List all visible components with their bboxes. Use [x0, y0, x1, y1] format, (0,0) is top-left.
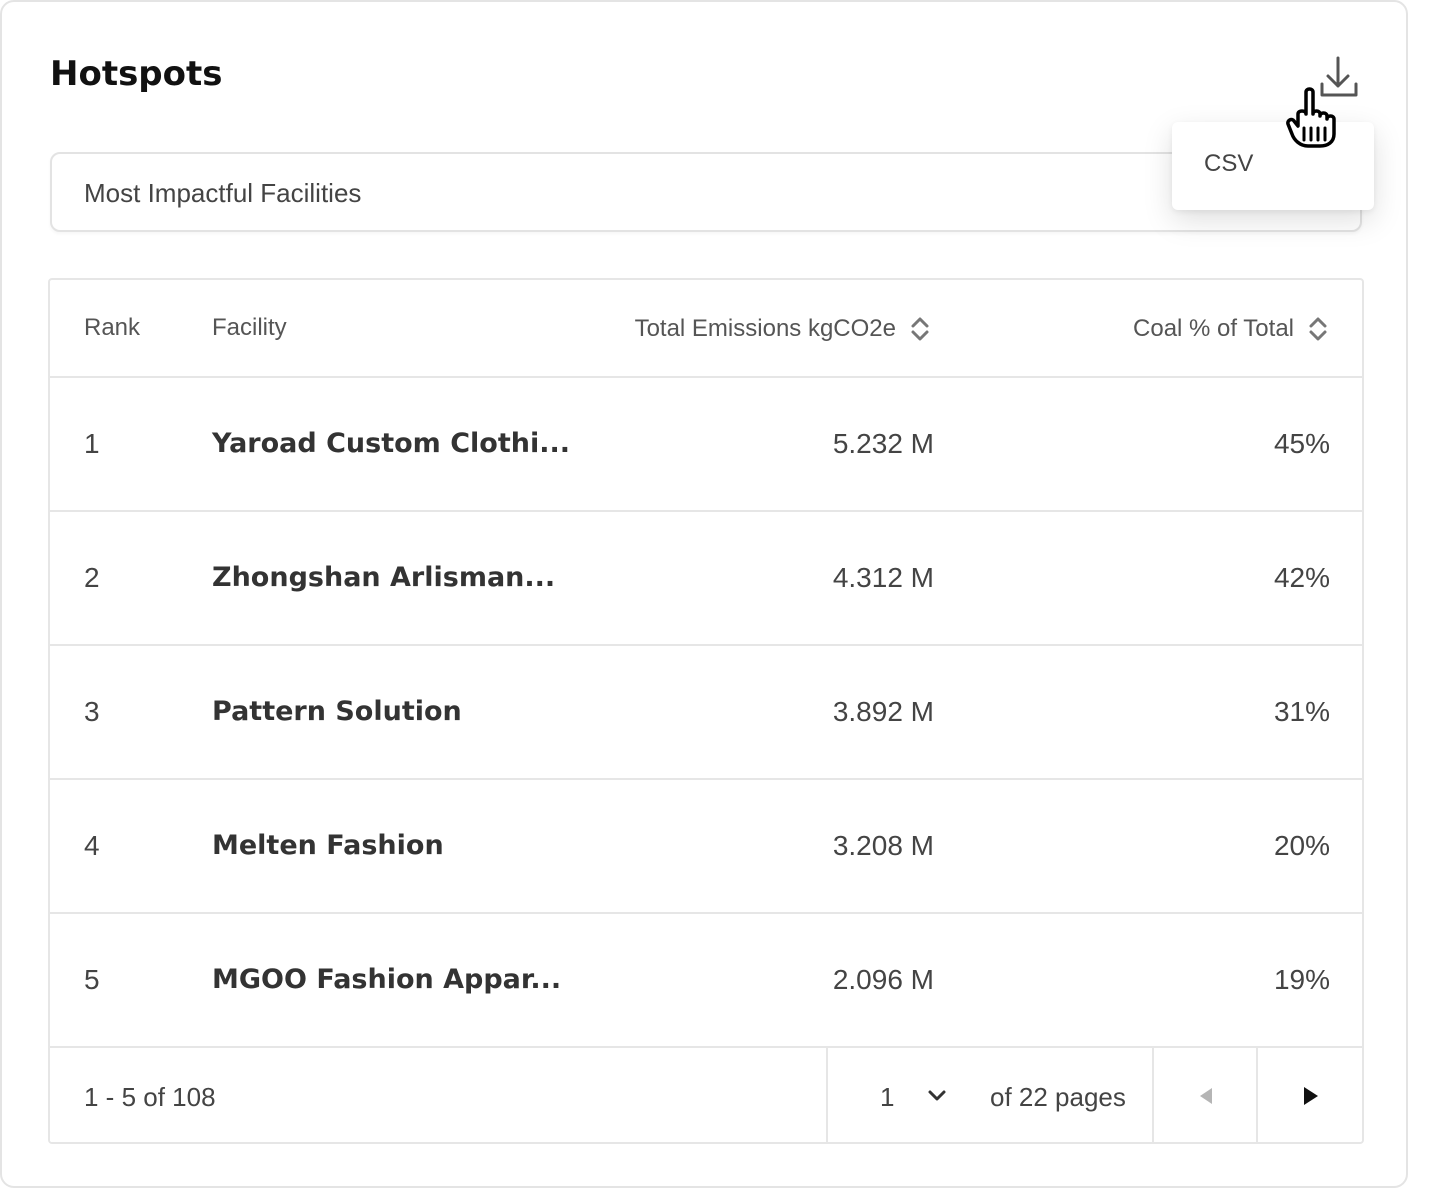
download-icon: [1320, 56, 1358, 97]
table-pagination: 1 - 5 of 108 1 of 22 pages: [50, 1046, 1362, 1142]
hotspot-type-select[interactable]: Most Impactful Facilities: [50, 152, 1362, 232]
table-row[interactable]: 3 Pattern Solution 3.892 M 31%: [50, 646, 1362, 780]
download-csv-option[interactable]: CSV: [1204, 150, 1253, 178]
current-page[interactable]: 1: [880, 1082, 894, 1113]
coal-cell: 31%: [1273, 696, 1330, 727]
hotspots-table: Rank Facility Total Emissions kgCO2e Coa…: [48, 278, 1364, 1144]
column-header-rank: Rank: [84, 314, 141, 341]
hotspot-type-value: Most Impactful Facilities: [84, 178, 362, 208]
rank-cell: 5: [84, 964, 100, 995]
coal-cell: 45%: [1273, 428, 1330, 459]
column-header-emissions[interactable]: Total Emissions kgCO2e: [635, 314, 932, 344]
emissions-cell: 4.312 M: [832, 562, 934, 593]
card-title: Hotspots: [50, 54, 223, 94]
facility-cell[interactable]: Pattern Solution: [212, 696, 462, 727]
coal-cell: 20%: [1273, 830, 1330, 861]
table-header: Rank Facility Total Emissions kgCO2e Coa…: [50, 280, 1362, 378]
sort-icon[interactable]: [1306, 314, 1330, 344]
column-header-coal-label: Coal % of Total: [1133, 315, 1294, 342]
facility-cell[interactable]: MGOO Fashion Appar...: [212, 964, 561, 995]
next-page-icon: [1304, 1087, 1318, 1105]
emissions-cell: 3.892 M: [832, 696, 934, 727]
coal-cell: 19%: [1273, 964, 1330, 995]
prev-page-button[interactable]: [1154, 1048, 1258, 1142]
rank-cell: 1: [84, 428, 100, 459]
download-menu: CSV: [1172, 122, 1374, 210]
pagination-range: 1 - 5 of 108: [84, 1082, 216, 1112]
next-page-button[interactable]: [1258, 1048, 1362, 1142]
table-row[interactable]: 1 Yaroad Custom Clothi... 5.232 M 45%: [50, 378, 1362, 512]
total-pages: of 22 pages: [990, 1082, 1126, 1112]
emissions-cell: 5.232 M: [832, 428, 934, 459]
column-header-emissions-label: Total Emissions kgCO2e: [634, 315, 896, 342]
emissions-cell: 3.208 M: [832, 830, 934, 861]
rank-cell: 4: [84, 830, 100, 861]
emissions-cell: 2.096 M: [832, 964, 934, 995]
column-header-facility: Facility: [212, 314, 287, 341]
chevron-down-icon[interactable]: [926, 1084, 948, 1106]
sort-icon[interactable]: [908, 314, 932, 344]
page-select[interactable]: 1 of 22 pages: [826, 1048, 1154, 1142]
rank-cell: 2: [84, 562, 100, 593]
table-row[interactable]: 5 MGOO Fashion Appar... 2.096 M 19%: [50, 914, 1362, 1048]
table-row[interactable]: 4 Melten Fashion 3.208 M 20%: [50, 780, 1362, 914]
download-button[interactable]: [1314, 52, 1364, 102]
prev-page-icon: [1200, 1088, 1212, 1104]
facility-cell[interactable]: Zhongshan Arlisman...: [212, 562, 555, 593]
facility-cell[interactable]: Yaroad Custom Clothi...: [212, 428, 570, 459]
table-row[interactable]: 2 Zhongshan Arlisman... 4.312 M 42%: [50, 512, 1362, 646]
facility-cell[interactable]: Melten Fashion: [212, 830, 444, 861]
rank-cell: 3: [84, 696, 100, 727]
coal-cell: 42%: [1273, 562, 1330, 593]
column-header-coal[interactable]: Coal % of Total: [1133, 314, 1330, 344]
